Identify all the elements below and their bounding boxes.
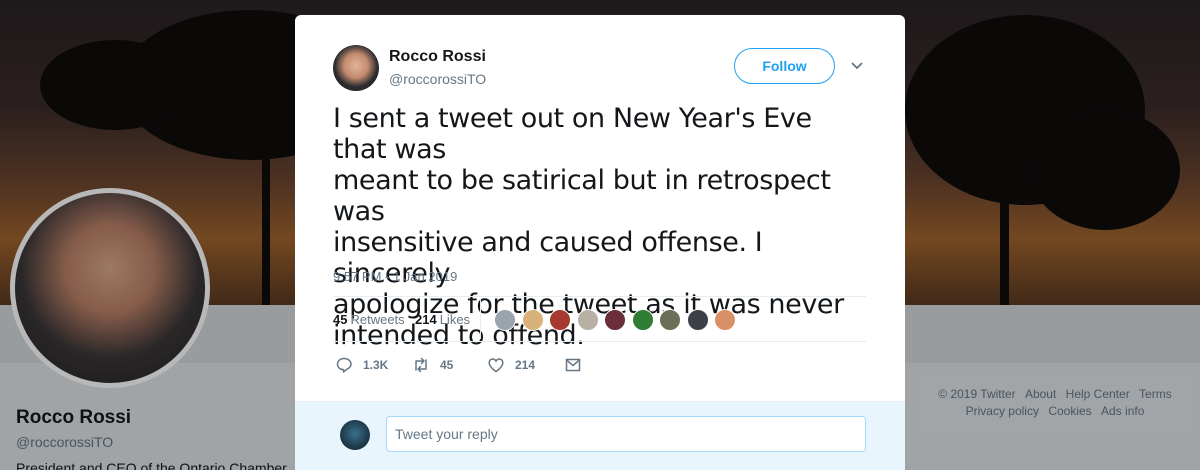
retweet-action[interactable]: 45 xyxy=(412,355,453,375)
reply-count: 1.3K xyxy=(363,358,389,372)
reply-icon xyxy=(336,357,352,373)
liker-avatar[interactable] xyxy=(604,309,626,331)
divider xyxy=(333,296,866,297)
retweet-icon xyxy=(415,357,427,373)
liker-avatar[interactable] xyxy=(494,309,516,331)
retweets-stat[interactable]: 45 Retweets xyxy=(333,312,405,327)
like-count: 214 xyxy=(515,358,536,372)
likes-count: 214 xyxy=(415,312,437,327)
reply-composer xyxy=(295,401,905,470)
chevron-down-icon[interactable] xyxy=(850,59,864,73)
direct-message-action[interactable] xyxy=(564,355,582,375)
liker-avatar[interactable] xyxy=(549,309,571,331)
author-avatar[interactable] xyxy=(333,45,379,91)
reply-input[interactable] xyxy=(386,416,866,452)
liker-avatar[interactable] xyxy=(714,309,736,331)
liker-avatar[interactable] xyxy=(659,309,681,331)
likes-stat[interactable]: 214 Likes xyxy=(415,312,470,327)
retweets-count: 45 xyxy=(333,312,348,327)
retweets-label: Retweets xyxy=(350,312,405,327)
liker-avatar[interactable] xyxy=(576,309,599,331)
retweet-count: 45 xyxy=(440,358,454,372)
liker-avatar[interactable] xyxy=(631,309,654,331)
follow-button[interactable]: Follow xyxy=(734,48,835,84)
tweet-timestamp[interactable]: 9:57 PM - 1 Jan 2019 xyxy=(333,269,457,284)
tweet-text: I sent a tweet out on New Year's Eve tha… xyxy=(333,103,844,351)
liker-avatar[interactable] xyxy=(686,309,709,331)
reply-action[interactable]: 1.3K xyxy=(335,355,388,375)
like-action[interactable]: 214 xyxy=(487,355,535,375)
author-handle[interactable]: @roccorossiTO xyxy=(389,71,486,87)
current-user-avatar xyxy=(340,420,370,450)
likes-label: Likes xyxy=(439,312,471,327)
envelope-icon xyxy=(565,358,581,372)
divider xyxy=(333,341,866,342)
author-name[interactable]: Rocco Rossi xyxy=(389,48,486,66)
divider xyxy=(480,299,481,339)
tweet-modal: Rocco Rossi @roccorossiTO Follow I sent … xyxy=(295,15,905,470)
liker-avatar[interactable] xyxy=(521,309,544,331)
heart-icon xyxy=(488,358,504,373)
